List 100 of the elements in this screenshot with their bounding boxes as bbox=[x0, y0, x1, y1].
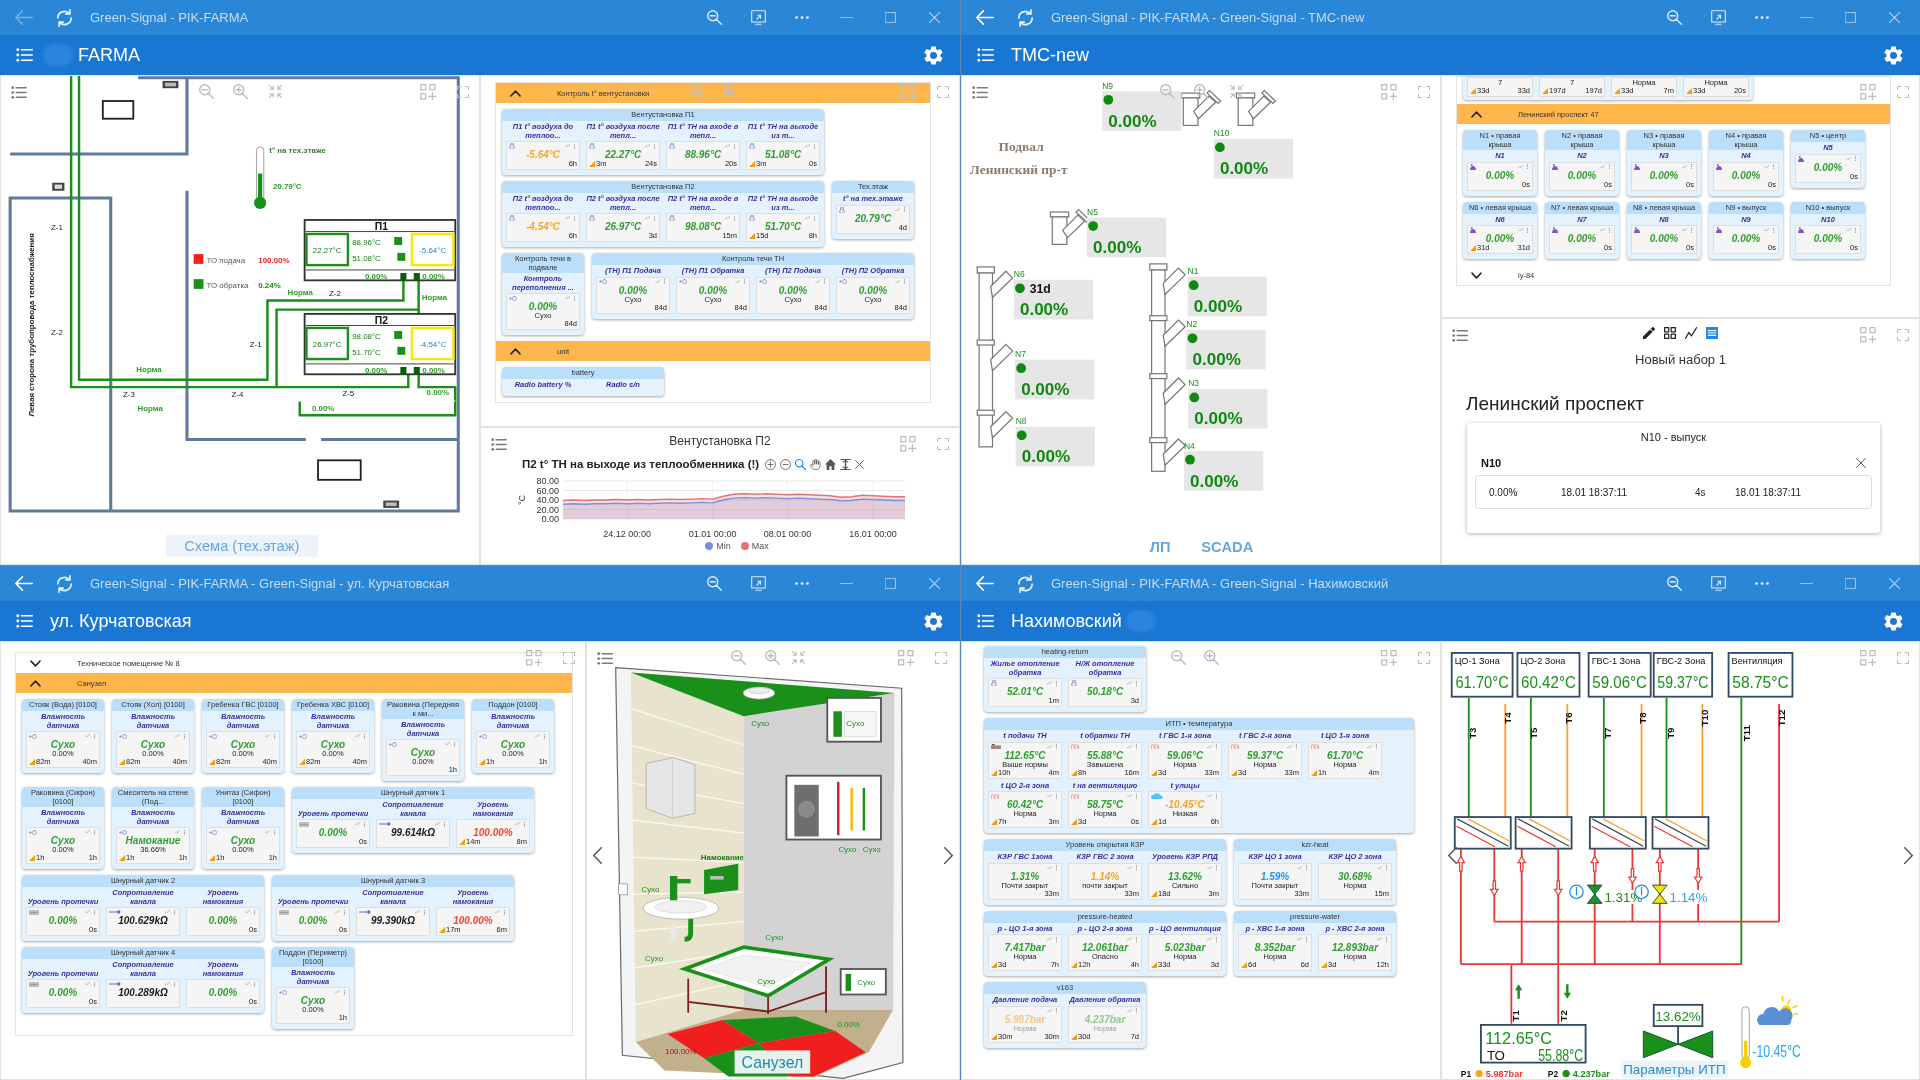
settings-icon[interactable] bbox=[924, 45, 943, 65]
trend-icon[interactable] bbox=[804, 216, 810, 220]
trend-icon[interactable] bbox=[1126, 937, 1132, 941]
zoom-out-icon[interactable] bbox=[1171, 650, 1186, 665]
sensor-tile[interactable]: 99.614kΩ bbox=[376, 819, 450, 848]
trend-icon[interactable] bbox=[1296, 865, 1302, 870]
maximize-icon[interactable] bbox=[1844, 12, 1856, 23]
trend-icon[interactable] bbox=[1376, 937, 1382, 941]
monitor-icon[interactable] bbox=[1710, 10, 1726, 25]
add-widget-icon[interactable] bbox=[898, 650, 914, 666]
trend-icon[interactable] bbox=[534, 734, 540, 738]
trend-icon[interactable] bbox=[1206, 794, 1212, 798]
back-icon[interactable] bbox=[15, 10, 33, 25]
table-icon[interactable] bbox=[1706, 327, 1718, 339]
close-icon[interactable] bbox=[1856, 458, 1866, 468]
trend-icon[interactable] bbox=[264, 830, 270, 834]
menu-icon[interactable] bbox=[1452, 329, 1468, 342]
settings-icon[interactable] bbox=[924, 611, 943, 631]
trend-icon[interactable] bbox=[164, 982, 170, 986]
trend-icon[interactable] bbox=[724, 216, 730, 220]
fullscreen-icon[interactable] bbox=[937, 86, 949, 98]
search-icon[interactable] bbox=[795, 458, 807, 470]
trend-icon[interactable] bbox=[174, 830, 180, 834]
sensor-tile[interactable]: 99.390kΩ bbox=[356, 907, 430, 936]
trend-icon[interactable] bbox=[174, 734, 180, 738]
monitor-icon[interactable] bbox=[750, 576, 766, 591]
trend-icon[interactable] bbox=[1206, 744, 1212, 749]
trend-icon[interactable] bbox=[1126, 794, 1132, 798]
trend-icon[interactable] bbox=[894, 207, 900, 212]
grid-icon[interactable] bbox=[1664, 327, 1676, 339]
trend-icon[interactable] bbox=[814, 279, 820, 284]
add-widget-icon[interactable] bbox=[1860, 84, 1876, 100]
fullscreen-icon[interactable] bbox=[937, 438, 949, 450]
trend-icon[interactable] bbox=[514, 822, 520, 826]
trend-icon[interactable] bbox=[1126, 1008, 1132, 1013]
fullscreen-icon[interactable] bbox=[1897, 86, 1909, 98]
trend-icon[interactable] bbox=[1517, 228, 1523, 232]
trend-icon[interactable] bbox=[1126, 744, 1132, 749]
menu-icon[interactable] bbox=[597, 652, 613, 665]
zoom-in-icon[interactable] bbox=[1204, 650, 1219, 665]
vertical-arrows-icon[interactable] bbox=[840, 458, 852, 470]
fullscreen-icon[interactable] bbox=[935, 652, 947, 664]
add-widget-icon[interactable] bbox=[1381, 84, 1397, 100]
more-icon[interactable] bbox=[795, 582, 809, 585]
monitor-icon[interactable] bbox=[1710, 576, 1726, 591]
more-icon[interactable] bbox=[1755, 16, 1769, 19]
sensor-tile[interactable]: 100.629kΩ bbox=[106, 907, 180, 936]
trend-icon[interactable] bbox=[644, 216, 650, 220]
chevron-left-icon[interactable] bbox=[593, 847, 602, 864]
zoom-out-icon[interactable] bbox=[731, 650, 746, 665]
trend-icon[interactable] bbox=[1296, 937, 1302, 941]
trend-icon[interactable] bbox=[1206, 937, 1212, 941]
trend-icon[interactable] bbox=[334, 990, 340, 994]
fullscreen-icon[interactable] bbox=[1897, 652, 1909, 664]
menu-icon[interactable] bbox=[977, 614, 994, 628]
trend-icon[interactable] bbox=[1763, 228, 1769, 232]
zoom-in-icon[interactable] bbox=[765, 650, 780, 665]
settings-icon[interactable] bbox=[1884, 45, 1903, 65]
add-widget-icon[interactable] bbox=[526, 650, 542, 666]
trend-icon[interactable] bbox=[354, 822, 360, 826]
settings-icon[interactable] bbox=[1884, 611, 1903, 631]
zoom-in-icon[interactable] bbox=[233, 84, 248, 99]
trend-icon[interactable] bbox=[564, 216, 570, 220]
line-chart-icon[interactable] bbox=[1685, 327, 1697, 339]
trend-icon[interactable] bbox=[84, 982, 90, 986]
minimize-icon[interactable] bbox=[1799, 16, 1813, 19]
monitor-icon[interactable] bbox=[750, 10, 766, 25]
add-widget-icon[interactable] bbox=[1381, 650, 1397, 666]
maximize-icon[interactable] bbox=[884, 12, 896, 23]
trend-icon[interactable] bbox=[354, 734, 360, 738]
trend-icon[interactable] bbox=[1681, 228, 1687, 232]
trend-icon[interactable] bbox=[1845, 156, 1851, 161]
trend-icon[interactable] bbox=[1845, 228, 1851, 232]
zoom-out-icon[interactable] bbox=[199, 84, 214, 99]
shrink-icon[interactable] bbox=[1230, 85, 1243, 98]
trend-icon[interactable] bbox=[1681, 164, 1687, 169]
trend-icon[interactable] bbox=[84, 830, 90, 834]
fullscreen-icon[interactable] bbox=[563, 652, 575, 664]
trend-icon[interactable] bbox=[1206, 865, 1212, 870]
trend-icon[interactable] bbox=[564, 296, 570, 300]
refresh-icon[interactable] bbox=[1018, 574, 1033, 593]
fullscreen-icon[interactable] bbox=[1897, 329, 1909, 341]
trend-icon[interactable] bbox=[1599, 164, 1605, 169]
fullscreen-icon[interactable] bbox=[457, 86, 469, 98]
trend-icon[interactable] bbox=[84, 910, 90, 914]
trend-icon[interactable] bbox=[1366, 744, 1372, 749]
more-icon[interactable] bbox=[1755, 582, 1769, 585]
shrink-icon[interactable] bbox=[792, 651, 805, 664]
trend-icon[interactable] bbox=[1046, 681, 1052, 685]
legend-label[interactable]: Min bbox=[716, 541, 731, 551]
trend-icon[interactable] bbox=[1599, 228, 1605, 232]
add-widget-icon[interactable] bbox=[900, 436, 916, 452]
trend-icon[interactable] bbox=[804, 144, 810, 148]
zoom-out-icon[interactable] bbox=[1160, 84, 1175, 99]
trend-icon[interactable] bbox=[644, 144, 650, 148]
trend-icon[interactable] bbox=[1046, 794, 1052, 798]
trend-icon[interactable] bbox=[1126, 681, 1132, 685]
zoom-in-icon[interactable] bbox=[765, 458, 777, 470]
refresh-icon[interactable] bbox=[1018, 8, 1033, 27]
trend-icon[interactable] bbox=[654, 279, 660, 284]
